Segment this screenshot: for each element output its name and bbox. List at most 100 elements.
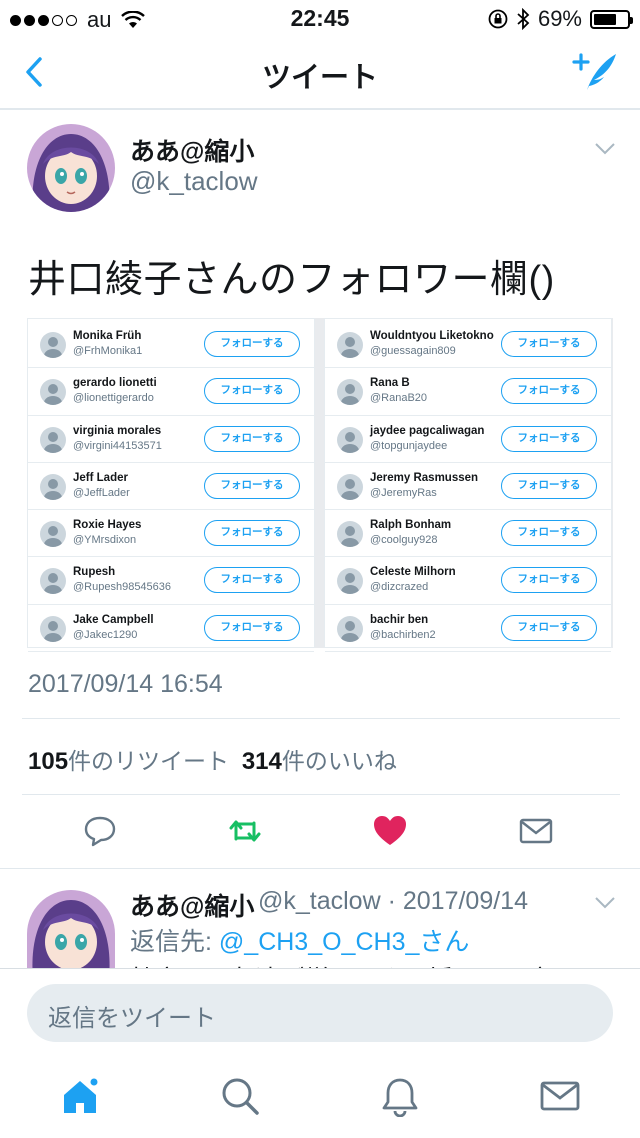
reply-composer-input[interactable]: 返信をツイート [27, 984, 613, 1042]
follower-row: gerardo lionetti @lionettigerardo フォローする [28, 368, 314, 416]
follower-avatar [337, 426, 363, 453]
follower-handle: @JeffLader [73, 486, 130, 499]
follow-button[interactable]: フォローする [501, 425, 597, 452]
follow-button[interactable]: フォローする [501, 614, 597, 641]
follower-row: Jeff Lader @JeffLader フォローする [28, 463, 314, 511]
status-bar: au 22:45 69% [0, 0, 640, 36]
follower-avatar [337, 332, 363, 358]
follower-name: Rana B [370, 377, 410, 390]
follow-button[interactable]: フォローする [204, 614, 300, 641]
follower-handle: @topgunjaydee [370, 439, 448, 452]
follower-handle: @RanaB20 [370, 392, 428, 405]
author-name[interactable]: ああ@縮小 [130, 132, 254, 168]
follower-avatar [40, 521, 66, 548]
notifications-icon[interactable] [379, 1075, 421, 1117]
reply-author-avatar[interactable] [27, 890, 115, 968]
retweet-label[interactable]: 件のリツイート [68, 748, 229, 774]
tweet-stats: 105件のリツイート 314件のいいね [28, 742, 397, 776]
follower-row: Roxie Hayes @YMrsdixon フォローする [28, 510, 314, 558]
page-title: ツイート [261, 62, 378, 94]
follower-handle: @Jakec1290 [73, 628, 138, 641]
nav-bar: ツイート [0, 36, 640, 110]
follow-button[interactable]: フォローする [501, 520, 597, 547]
follower-avatar [40, 568, 66, 595]
follower-row: Monika Früh @FrhMonika1 フォローする [28, 321, 314, 369]
follower-handle: @lionettigerardo [73, 392, 154, 405]
follower-handle: @coolguy928 [370, 534, 438, 547]
follow-button[interactable]: フォローする [501, 378, 597, 405]
follower-column-right: Wouldntyou Liketokno @guessagain809 フォローする… [324, 318, 612, 653]
follow-button[interactable]: フォローする [501, 331, 597, 357]
like-label[interactable]: 件のいいね [282, 748, 397, 774]
follower-handle: @guessagain809 [370, 345, 456, 357]
caret-down-icon[interactable] [594, 142, 616, 156]
follow-button[interactable]: フォローする [204, 520, 300, 547]
follower-name: Celeste Milhorn [370, 566, 456, 579]
follower-row: Jake Campbell @Jakec1290 フォローする [28, 605, 314, 653]
author-avatar[interactable] [27, 124, 115, 212]
home-icon[interactable] [59, 1075, 101, 1117]
caret-down-icon[interactable] [594, 896, 616, 910]
reply-icon[interactable] [82, 813, 118, 849]
follower-row: bachir ben @bachirben2 フォローする [325, 605, 611, 653]
follow-button[interactable]: フォローする [204, 425, 300, 452]
author-handle[interactable]: @k_taclow [130, 166, 258, 197]
bluetooth-icon [517, 8, 530, 30]
follower-avatar [40, 473, 66, 500]
follower-row: jaydee pagcaliwagan @topgunjaydee フォローする [325, 416, 611, 463]
follower-avatar [337, 615, 363, 642]
follower-handle: @dizcrazed [370, 581, 429, 594]
follow-button[interactable]: フォローする [501, 472, 597, 499]
tweet-media-image[interactable]: Monika Früh @FrhMonika1 フォローする gerardo lion… [27, 318, 613, 653]
follower-avatar [337, 473, 363, 500]
compose-icon[interactable] [572, 50, 618, 92]
follower-name: Monika Früh [73, 330, 142, 342]
follower-name: Ralph Bonham [370, 519, 452, 532]
retweet-icon[interactable] [227, 813, 263, 849]
reply-to-link[interactable]: @_CH3_O_CH3_さん [219, 928, 469, 956]
follower-name: bachir ben [370, 613, 429, 626]
dm-icon[interactable] [518, 813, 554, 849]
follow-button[interactable]: フォローする [501, 567, 597, 594]
follower-avatar [40, 332, 66, 358]
reply-author-name[interactable]: ああ@縮小 [130, 887, 254, 923]
follower-column-left: Monika Früh @FrhMonika1 フォローする gerardo lion… [27, 318, 315, 653]
follower-name: Jeff Lader [73, 471, 128, 484]
follower-row: Wouldntyou Liketokno @guessagain809 フォローする [325, 321, 611, 369]
follower-name: virginia morales [73, 424, 162, 437]
follow-button[interactable]: フォローする [204, 472, 300, 499]
like-icon[interactable] [372, 813, 408, 849]
battery-icon [590, 9, 633, 29]
follow-button[interactable]: フォローする [204, 378, 300, 405]
follower-name: Jeremy Rasmussen [370, 471, 479, 484]
tweet-text: 井口綾子さんのフォロワー欄() [28, 259, 555, 301]
follower-avatar [40, 379, 66, 406]
follower-name: Wouldntyou Liketokno [370, 330, 494, 342]
like-count[interactable]: 314 [242, 748, 282, 775]
divider [22, 794, 620, 795]
reply-text: 特定層の友達が増ってきた垢だから宝か [130, 960, 578, 968]
search-icon[interactable] [219, 1075, 261, 1117]
reply-to-label: 返信先: [130, 928, 219, 956]
follower-row: virginia morales @virgini44153571 フォローする [28, 416, 314, 463]
follower-row: Ralph Bonham @coolguy928 フォローする [325, 510, 611, 558]
reply-composer-placeholder: 返信をツイート [48, 1005, 216, 1032]
orientation-lock-icon [488, 9, 508, 29]
follower-row: Celeste Milhorn @dizcrazed フォローする [325, 557, 611, 605]
follower-avatar [337, 379, 363, 406]
follow-button[interactable]: フォローする [204, 331, 300, 357]
tweet-timestamp: 2017/09/14 16:54 [28, 670, 223, 698]
follower-avatar [40, 615, 66, 642]
retweet-count[interactable]: 105 [28, 748, 68, 775]
follow-button[interactable]: フォローする [204, 567, 300, 594]
follower-handle: @YMrsdixon [73, 534, 137, 547]
follower-handle: @virgini44153571 [73, 439, 162, 452]
follower-name: Roxie Hayes [73, 519, 142, 532]
messages-icon[interactable] [539, 1075, 581, 1117]
follower-row: Jeremy Rasmussen @JeremyRas フォローする [325, 463, 611, 511]
follower-name: Jake Campbell [73, 613, 154, 626]
divider [0, 868, 640, 869]
reply-to-line: 返信先: @_CH3_O_CH3_さん [130, 922, 469, 958]
follower-name: Rupesh [73, 566, 116, 579]
follower-handle: @FrhMonika1 [73, 345, 143, 357]
